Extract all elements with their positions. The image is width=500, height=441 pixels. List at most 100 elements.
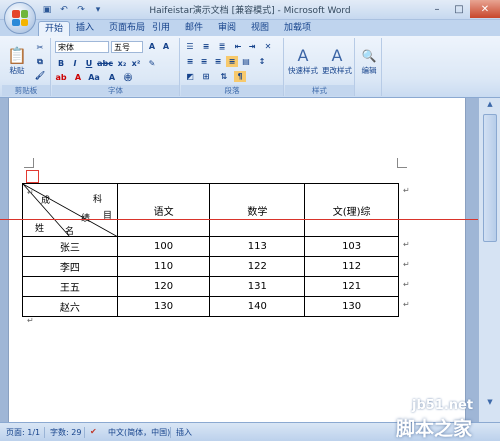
cell-comprehensive[interactable]: 103 bbox=[304, 236, 399, 257]
subscript-button[interactable]: x₂ bbox=[116, 58, 128, 69]
insert-mode[interactable]: 插入 bbox=[176, 427, 192, 438]
cell-name[interactable]: 李四 bbox=[22, 256, 118, 277]
clear-format-icon[interactable]: ✎ bbox=[146, 58, 158, 69]
cell-name[interactable]: 张三 bbox=[22, 236, 118, 257]
clipboard-group-label: 剪贴板 bbox=[2, 85, 50, 96]
office-logo-icon bbox=[12, 10, 28, 26]
ribbon-tabs: 开始 插入 页面布局 引用 邮件 审阅 视图 加载项 bbox=[0, 20, 500, 36]
score-table[interactable]: 成 科 目 绩 姓 名 语文 数学 文(理)综 张三 100 113 103 李… bbox=[22, 183, 399, 317]
align-right-icon[interactable]: ≡ bbox=[212, 56, 224, 67]
underline-button[interactable]: U bbox=[83, 58, 95, 69]
proofing-icon[interactable]: ✔ bbox=[90, 427, 97, 436]
align-left-icon[interactable]: ≡ bbox=[184, 56, 196, 67]
char-shading-icon[interactable]: A bbox=[106, 72, 118, 83]
language-indicator[interactable]: 中文(简体，中国) bbox=[108, 427, 170, 438]
cell-math[interactable]: 131 bbox=[209, 276, 306, 297]
font-color-icon[interactable]: A bbox=[72, 72, 84, 83]
cell-chinese[interactable]: 100 bbox=[116, 236, 211, 257]
numbering-icon[interactable]: ≡ bbox=[200, 41, 212, 52]
cursor-highlight-box bbox=[26, 170, 39, 183]
strikethrough-button[interactable]: abc bbox=[97, 58, 113, 69]
minimize-icon[interactable]: – bbox=[426, 0, 448, 18]
grow-font-icon[interactable]: A bbox=[146, 41, 158, 52]
font-group: 宋体 五号 A A B I U abc x₂ x² ✎ ab A Aa A ㊥ … bbox=[52, 38, 180, 96]
cell-math[interactable]: 113 bbox=[209, 236, 306, 257]
decrease-indent-icon[interactable]: ⇤ bbox=[232, 41, 244, 52]
cell-math[interactable]: 122 bbox=[209, 256, 306, 277]
diagonal-header-cell[interactable]: 成 科 目 绩 姓 名 bbox=[22, 183, 118, 237]
sort-icon[interactable]: ⇅ bbox=[218, 71, 230, 82]
paragraph-mark: ↵ bbox=[403, 240, 410, 249]
font-group-label: 字体 bbox=[52, 85, 179, 96]
window-controls: – □ ✕ bbox=[426, 0, 500, 18]
quick-styles-button[interactable]: A 快速样式 bbox=[287, 40, 319, 82]
cell-name[interactable]: 王五 bbox=[22, 276, 118, 297]
scroll-down-icon[interactable]: ▼ bbox=[483, 398, 497, 410]
maximize-icon[interactable]: □ bbox=[448, 0, 470, 18]
table-row: 李四 110 122 112 bbox=[22, 256, 399, 277]
bold-button[interactable]: B bbox=[55, 58, 67, 69]
tab-references[interactable]: 引用 bbox=[146, 21, 176, 36]
status-divider bbox=[170, 427, 171, 438]
cell-comprehensive[interactable]: 112 bbox=[304, 256, 399, 277]
quick-styles-label: 快速样式 bbox=[288, 65, 318, 75]
chinese-layout-icon[interactable]: ✕ bbox=[262, 41, 274, 52]
font-size-value: 五号 bbox=[114, 42, 130, 52]
highlight-icon[interactable]: ab bbox=[55, 72, 67, 83]
font-size-select[interactable]: 五号 bbox=[111, 41, 143, 53]
char-border-icon[interactable]: A bbox=[160, 41, 172, 52]
editing-button[interactable]: 🔍 编辑 bbox=[357, 40, 381, 82]
distributed-icon[interactable]: ▤ bbox=[240, 56, 252, 67]
page-count[interactable]: 页面: 1/1 bbox=[6, 427, 40, 438]
close-icon[interactable]: ✕ bbox=[470, 0, 500, 18]
show-marks-icon[interactable]: ¶ bbox=[234, 71, 246, 82]
paste-button[interactable]: 📋 粘贴 bbox=[4, 40, 30, 82]
scroll-thumb[interactable] bbox=[483, 114, 497, 242]
cell-name[interactable]: 赵六 bbox=[22, 296, 118, 317]
col-header-math[interactable]: 数学 bbox=[209, 183, 306, 237]
increase-indent-icon[interactable]: ⇥ bbox=[246, 41, 258, 52]
status-divider bbox=[44, 427, 45, 438]
cell-comprehensive[interactable]: 130 bbox=[304, 296, 399, 317]
change-styles-button[interactable]: A 更改样式 bbox=[321, 40, 353, 82]
tab-home[interactable]: 开始 bbox=[38, 21, 71, 36]
enclose-char-icon[interactable]: ㊥ bbox=[122, 72, 134, 83]
tab-mailings[interactable]: 邮件 bbox=[179, 21, 209, 36]
copy-icon[interactable]: ⧉ bbox=[34, 56, 46, 67]
scroll-up-icon[interactable]: ▲ bbox=[483, 100, 497, 112]
tab-review[interactable]: 审阅 bbox=[212, 21, 242, 36]
vertical-scrollbar[interactable]: ▲ ▼ bbox=[478, 98, 500, 422]
office-button[interactable] bbox=[4, 2, 36, 34]
change-styles-label: 更改样式 bbox=[322, 65, 352, 75]
red-guide-line bbox=[0, 219, 478, 220]
multilevel-list-icon[interactable]: ≣ bbox=[216, 41, 228, 52]
line-spacing-icon[interactable]: ↕ bbox=[256, 56, 268, 67]
tab-addins[interactable]: 加载项 bbox=[278, 21, 317, 36]
cut-icon[interactable]: ✂ bbox=[34, 42, 46, 53]
tab-insert[interactable]: 插入 bbox=[70, 21, 100, 36]
format-painter-icon[interactable]: 🖌 bbox=[34, 70, 46, 81]
align-center-icon[interactable]: ≡ bbox=[198, 56, 210, 67]
cell-math[interactable]: 140 bbox=[209, 296, 306, 317]
italic-button[interactable]: I bbox=[69, 58, 81, 69]
justify-icon[interactable]: ≡ bbox=[226, 56, 238, 67]
word-count[interactable]: 字数: 29 bbox=[50, 427, 81, 438]
tab-view[interactable]: 视图 bbox=[245, 21, 275, 36]
editing-group: 🔍 编辑 bbox=[356, 38, 382, 96]
superscript-button[interactable]: x² bbox=[130, 58, 142, 69]
col-header-chinese[interactable]: 语文 bbox=[116, 183, 211, 237]
diag-label-score: 成 bbox=[41, 196, 51, 206]
font-name-select[interactable]: 宋体 bbox=[55, 41, 109, 53]
cell-comprehensive[interactable]: 121 bbox=[304, 276, 399, 297]
cell-chinese[interactable]: 110 bbox=[116, 256, 211, 277]
cell-chinese[interactable]: 130 bbox=[116, 296, 211, 317]
cell-chinese[interactable]: 120 bbox=[116, 276, 211, 297]
borders-icon[interactable]: ⊞ bbox=[200, 71, 212, 82]
change-case-icon[interactable]: Aa bbox=[88, 72, 100, 83]
col-header-comprehensive[interactable]: 文(理)综 bbox=[304, 183, 399, 237]
tab-page-layout[interactable]: 页面布局 bbox=[103, 21, 151, 36]
change-styles-icon: A bbox=[331, 45, 343, 65]
diag-label-name-2: 名 bbox=[65, 227, 75, 237]
bullets-icon[interactable]: ☰ bbox=[184, 41, 196, 52]
shading-icon[interactable]: ◩ bbox=[184, 71, 196, 82]
